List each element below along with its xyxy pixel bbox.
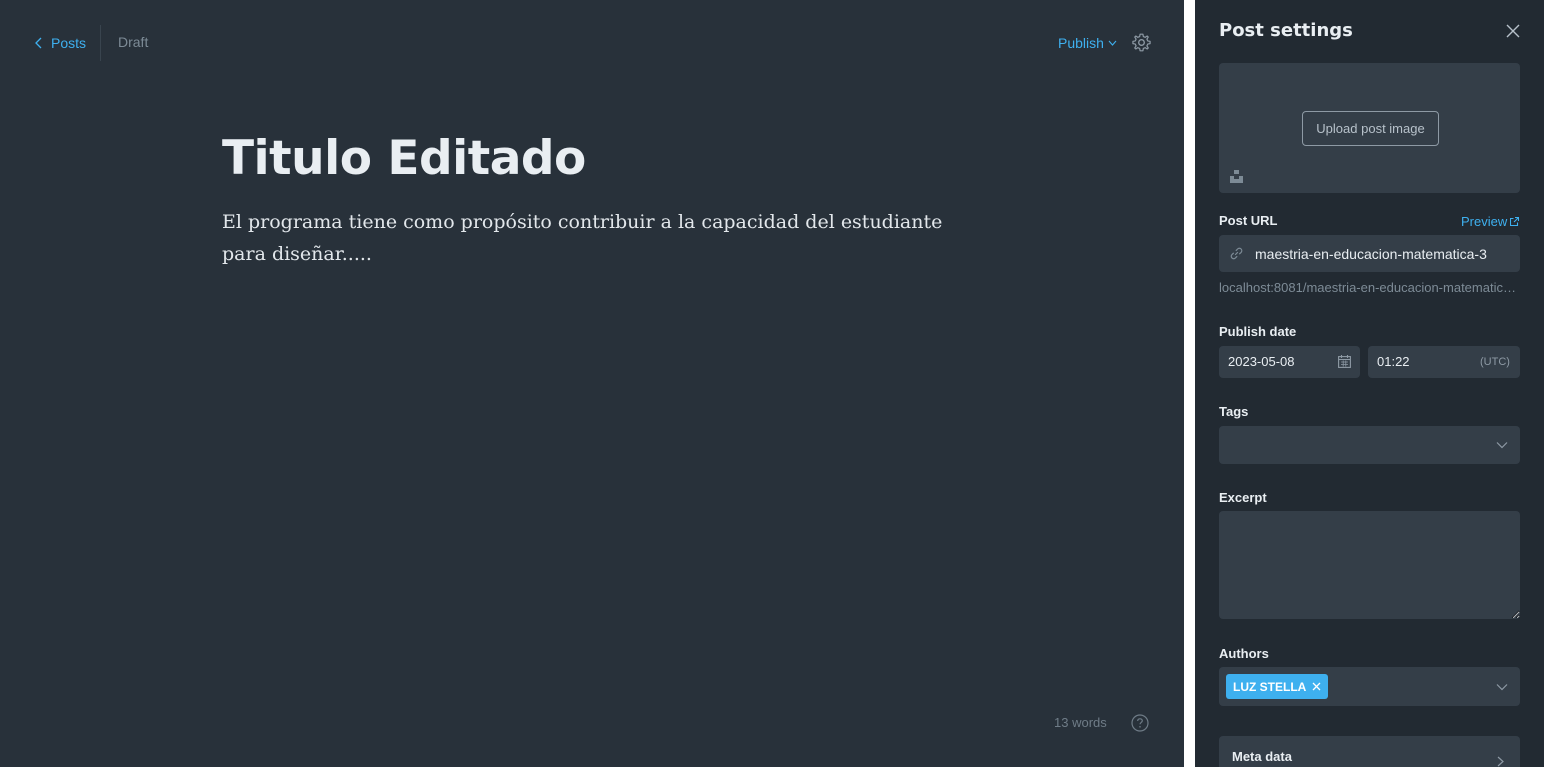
publish-time-field[interactable]: 01:22 (UTC): [1368, 346, 1520, 378]
preview-link[interactable]: Preview: [1461, 214, 1520, 229]
help-icon[interactable]: [1131, 714, 1149, 732]
publish-date-field[interactable]: 2023-05-08: [1219, 346, 1360, 378]
publish-menu-button[interactable]: Publish: [1058, 35, 1117, 51]
post-status: Draft: [118, 34, 149, 50]
close-icon[interactable]: [1505, 23, 1521, 39]
author-chip-label: LUZ STELLA: [1233, 679, 1307, 694]
panel-separator: [1184, 0, 1195, 767]
chevron-down-icon: [1496, 684, 1508, 691]
external-link-icon: [1510, 217, 1520, 226]
chevron-right-icon: [1497, 756, 1504, 767]
post-title[interactable]: Titulo Editado: [222, 131, 586, 186]
post-url-label: Post URL: [1219, 213, 1278, 228]
panel-title: Post settings: [1219, 20, 1353, 41]
topbar-divider: [100, 25, 101, 61]
publish-label: Publish: [1058, 35, 1104, 51]
publish-time-value: 01:22: [1377, 354, 1410, 369]
meta-data-label: Meta data: [1232, 749, 1292, 764]
post-settings-panel: Post settings Upload post image Post URL…: [1195, 0, 1544, 767]
calendar-icon[interactable]: [1338, 355, 1351, 368]
gear-icon[interactable]: [1131, 32, 1152, 53]
link-icon: [1230, 247, 1243, 260]
chevron-left-icon: [35, 37, 42, 49]
excerpt-label: Excerpt: [1219, 490, 1267, 505]
tags-label: Tags: [1219, 404, 1249, 419]
chevron-down-icon: [1496, 442, 1508, 449]
excerpt-textarea[interactable]: [1219, 511, 1520, 619]
post-url-input[interactable]: [1255, 235, 1515, 272]
unsplash-icon[interactable]: [1230, 170, 1243, 183]
chevron-down-icon: [1108, 40, 1117, 46]
remove-author-icon[interactable]: [1312, 682, 1321, 691]
word-count: 13 words: [1054, 715, 1107, 730]
publish-date-label: Publish date: [1219, 324, 1297, 339]
publish-date-value: 2023-05-08: [1228, 354, 1295, 369]
back-link-label: Posts: [51, 35, 87, 51]
post-url-field[interactable]: [1219, 235, 1520, 272]
back-to-posts-link[interactable]: Posts: [34, 35, 86, 51]
tags-select[interactable]: [1219, 426, 1520, 464]
authors-label: Authors: [1219, 646, 1269, 661]
post-image-dropzone[interactable]: Upload post image: [1219, 63, 1520, 193]
authors-select[interactable]: LUZ STELLA: [1219, 667, 1520, 706]
timezone-label: (UTC): [1480, 356, 1510, 368]
meta-data-nav-item[interactable]: Meta data: [1219, 736, 1520, 767]
upload-post-image-button[interactable]: Upload post image: [1302, 111, 1439, 146]
editor-area: Posts Draft Publish Titulo Editado El pr…: [0, 0, 1184, 767]
post-body[interactable]: El programa tiene como propósito contrib…: [222, 206, 952, 270]
author-chip: LUZ STELLA: [1226, 674, 1329, 699]
full-url-text: localhost:8081/maestria-en-educacion-mat…: [1219, 280, 1517, 295]
breadcrumb: Posts: [34, 33, 86, 53]
preview-label: Preview: [1461, 214, 1508, 229]
